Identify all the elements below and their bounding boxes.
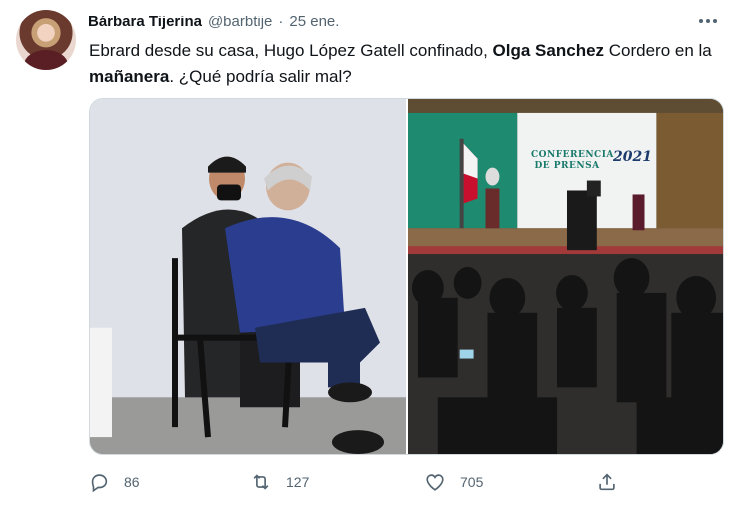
photo-press-conference[interactable]: CONFERENCIA DE PRENSA 2021 (408, 99, 723, 454)
share-icon (599, 473, 615, 491)
like-button[interactable]: 705 (424, 466, 483, 498)
tweet-text-part: . ¿Qué podría salir mal? (169, 67, 352, 86)
tweet-text-part: Cordero en la (604, 41, 712, 60)
tweet-text-bold: Olga Sanchez (492, 41, 605, 60)
author-avatar[interactable] (16, 10, 76, 70)
reply-count: 86 (124, 474, 140, 490)
share-button[interactable] (596, 466, 618, 498)
like-count: 705 (460, 474, 484, 490)
more-icon[interactable] (695, 10, 721, 32)
author-handle[interactable]: @barbtije (208, 16, 272, 30)
tweet-text-bold: mañanera (89, 67, 170, 86)
reply-icon (91, 474, 108, 493)
tweet-text-part: Ebrard desde su casa, Hugo López Gatell … (89, 41, 493, 60)
banner-title: CONFERENCIA DE PRENSA (531, 150, 614, 171)
reply-button[interactable]: 86 (88, 466, 140, 498)
retweet-icon (253, 474, 269, 490)
like-icon (426, 474, 444, 491)
retweet-count: 127 (286, 474, 310, 490)
photo-seated-woman[interactable] (90, 99, 406, 454)
tweet-header: Bárbara Tijerina @barbtije · 25 ene. (88, 12, 648, 32)
tweet-actions: 86 127 705 (88, 466, 624, 498)
tweet-text: Ebrard desde su casa, Hugo López Gatell … (89, 38, 719, 90)
banner-year: 2021 (613, 149, 652, 165)
retweet-button[interactable]: 127 (250, 466, 309, 498)
tweet-media[interactable]: CONFERENCIA DE PRENSA 2021 (89, 98, 724, 455)
author-name[interactable]: Bárbara Tijerina (88, 16, 202, 30)
tweet-timestamp[interactable]: 25 ene. (289, 16, 339, 30)
separator: · (278, 12, 284, 30)
